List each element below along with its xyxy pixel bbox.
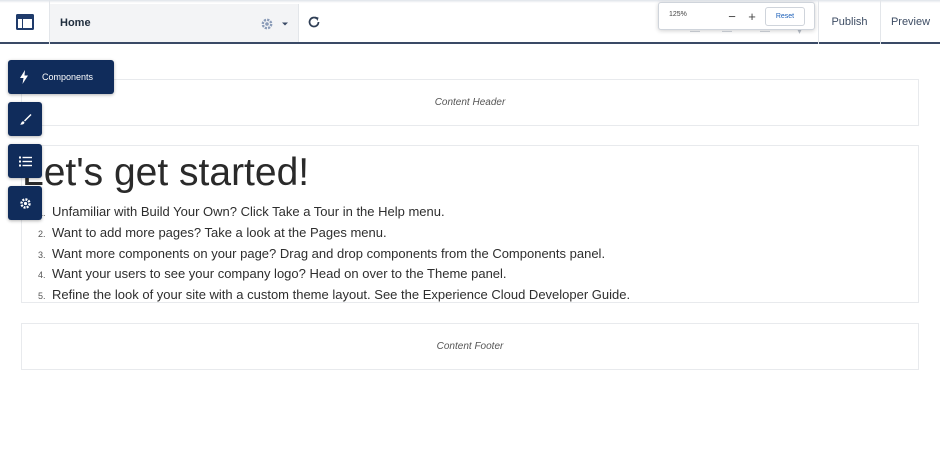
settings-panel-button[interactable] — [8, 186, 42, 220]
list-item: 5. Refine the look of your site with a cu… — [38, 285, 630, 306]
page-selector[interactable]: Home — [50, 4, 299, 42]
list-item-text: Want to add more pages? Take a look at t… — [52, 224, 387, 240]
page-headline: Let's get started! — [22, 151, 310, 194]
components-panel-button[interactable]: Components — [8, 60, 114, 94]
preview-button[interactable]: Preview — [880, 0, 940, 44]
brush-icon — [19, 113, 31, 125]
content-header-region[interactable]: Content Header — [21, 79, 919, 126]
content-footer-label: Content Footer — [436, 341, 504, 352]
zoom-out-button[interactable]: − — [725, 8, 739, 24]
page-name: Home — [60, 17, 91, 29]
zoom-reset-button[interactable]: Reset — [765, 7, 805, 26]
components-label: Components — [42, 72, 94, 82]
getting-started-list: 1.Unfamiliar with Build Your Own? Click … — [38, 202, 630, 306]
zoom-in-button[interactable]: + — [745, 8, 759, 24]
list-item-text: Unfamiliar with Build Your Own? Click Ta… — [52, 204, 445, 219]
theme-panel-button[interactable] — [8, 102, 42, 136]
zoom-level: 125% — [669, 11, 687, 18]
navigation-panel-button[interactable] — [8, 144, 42, 178]
list-icon — [18, 156, 32, 166]
list-item-number: 3. — [38, 249, 46, 260]
settings-icon — [19, 197, 31, 209]
refresh-button[interactable] — [306, 14, 322, 30]
gear-icon — [261, 18, 273, 30]
zoom-popover: 125% − + Reset — [658, 2, 815, 30]
list-item-text: Want your users to see your company logo… — [52, 266, 507, 282]
list-item-text: Want more components on your page? Drag … — [52, 245, 606, 261]
list-item-text: Refine the look of your site with a cust… — [52, 287, 631, 303]
layout-toggle-button[interactable] — [0, 0, 50, 44]
list-item-number: 4. — [38, 270, 46, 281]
page-settings-dropdown[interactable] — [260, 15, 296, 33]
list-item-number: 2. — [38, 228, 46, 239]
refresh-icon — [308, 16, 320, 28]
content-footer-region[interactable]: Content Footer — [21, 323, 919, 370]
chevron-down-icon — [282, 22, 288, 26]
list-item: 3. Want more components on your page? Dra… — [38, 244, 630, 265]
layout-icon — [15, 14, 34, 30]
lightning-icon — [20, 70, 28, 84]
list-item: 1.Unfamiliar with Build Your Own? Click … — [38, 202, 630, 223]
content-header-label: Content Header — [434, 97, 506, 108]
list-item: 2. Want to add more pages? Take a look at… — [38, 223, 630, 244]
publish-button[interactable]: Publish — [818, 0, 880, 44]
list-item: 4. Want your users to see your company lo… — [38, 264, 630, 285]
list-item-number: 5. — [38, 291, 46, 302]
